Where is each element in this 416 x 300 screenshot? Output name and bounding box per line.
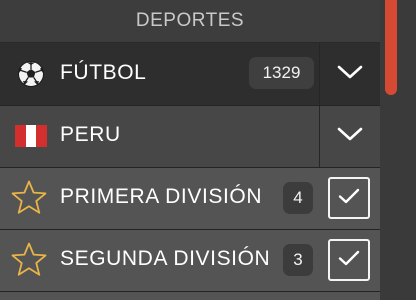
event-count-badge: 1329	[249, 57, 314, 89]
checkmark-icon	[338, 249, 360, 272]
checkmark-icon	[338, 187, 360, 210]
league-checkbox[interactable]	[328, 239, 370, 281]
league-checkbox[interactable]	[328, 177, 370, 219]
expand-country-toggle[interactable]	[320, 106, 380, 167]
league-row[interactable]	[0, 292, 380, 300]
country-label: PERU	[60, 123, 121, 146]
section-header: DEPORTES	[0, 0, 380, 42]
star-outline-icon[interactable]	[10, 241, 48, 279]
star-outline-icon[interactable]	[10, 179, 48, 217]
league-label: PRIMERA DIVISIÓN	[60, 185, 263, 208]
event-count-badge: 4	[283, 182, 313, 214]
league-row[interactable]: SEGUNDA DIVISIÓN 3	[0, 230, 380, 291]
section-title: DEPORTES	[135, 10, 245, 31]
expand-sport-toggle[interactable]	[320, 43, 380, 105]
soccer-ball-icon	[12, 55, 50, 93]
event-count-badge: 3	[283, 244, 313, 276]
chevron-down-icon	[337, 126, 363, 147]
league-row[interactable]: PRIMERA DIVISIÓN 4	[0, 168, 380, 229]
chevron-down-icon	[337, 64, 363, 85]
peru-flag-icon	[12, 117, 50, 155]
sports-panel: DEPORTES FÚTBOL 1329 PERU PRIMERA DIVISI…	[0, 0, 380, 300]
league-label: SEGUNDA DIVISIÓN	[60, 247, 271, 270]
scrollbar-thumb[interactable]	[385, 0, 397, 95]
sport-label: FÚTBOL	[60, 61, 147, 84]
